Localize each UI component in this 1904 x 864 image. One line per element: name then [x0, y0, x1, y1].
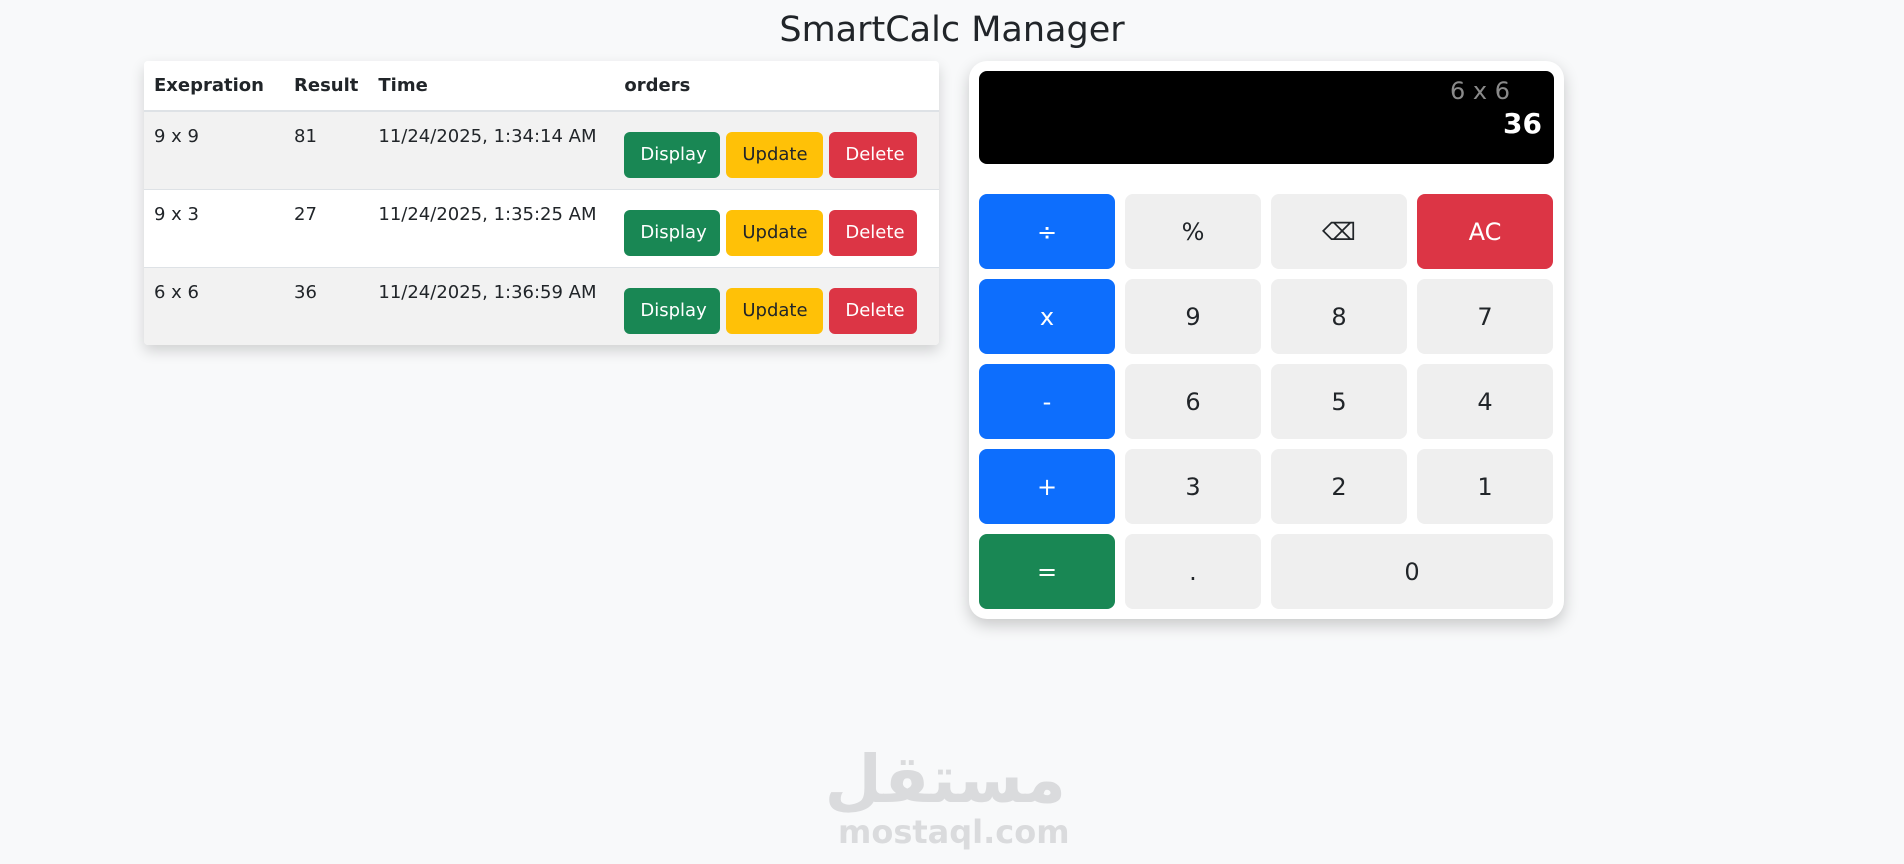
table-row: 9 x 9 81 11/24/2025, 1:34:14 AM Display … [144, 111, 939, 190]
time-text: 11/24/2025, 1:34:14 AM [378, 126, 597, 147]
header-time: Time [368, 61, 615, 112]
result-text: 36 [294, 282, 317, 303]
row-actions: Display Update Delete [624, 190, 929, 256]
screen-expression: 6 x 6 [1450, 77, 1510, 105]
header-orders: orders [614, 61, 939, 112]
time-text: 11/24/2025, 1:35:25 AM [378, 204, 597, 225]
digit-1-button[interactable]: 1 [1417, 449, 1553, 524]
update-button[interactable]: Update [726, 132, 824, 178]
cell-expression: 9 x 3 [144, 189, 284, 268]
delete-button[interactable]: Delete [829, 132, 918, 178]
history-table: Exepration Result Time orders 9 x 9 81 1… [144, 61, 939, 345]
digit-3-button[interactable]: 3 [1125, 449, 1261, 524]
calculator-keypad: ÷ % ⌫ AC x 9 8 7 - 6 5 4 + 3 2 1 = . 0 [979, 194, 1554, 609]
display-button[interactable]: Display [624, 210, 721, 256]
table-row: 6 x 6 36 11/24/2025, 1:36:59 AM Display … [144, 267, 939, 345]
update-button[interactable]: Update [726, 288, 824, 334]
calculator: 6 x 6 36 ÷ % ⌫ AC x 9 8 7 - 6 5 4 + 3 2 … [969, 61, 1564, 619]
table-row: 9 x 3 27 11/24/2025, 1:35:25 AM Display … [144, 189, 939, 268]
row-actions: Display Update Delete [624, 268, 929, 334]
cell-time: 11/24/2025, 1:36:59 AM [368, 267, 615, 345]
result-text: 81 [294, 126, 317, 147]
header-expression: Exepration [144, 61, 284, 112]
minus-button[interactable]: - [979, 364, 1115, 439]
cell-time: 11/24/2025, 1:34:14 AM [368, 111, 615, 190]
row-actions: Display Update Delete [624, 112, 929, 178]
display-button[interactable]: Display [624, 288, 721, 334]
equals-button[interactable]: = [979, 534, 1115, 609]
digit-7-button[interactable]: 7 [1417, 279, 1553, 354]
watermark-logo: مستقل mostaql.com [824, 741, 1070, 851]
header-result: Result [284, 61, 369, 112]
watermark-latin: mostaql.com [838, 813, 1070, 851]
delete-button[interactable]: Delete [829, 288, 918, 334]
time-text: 11/24/2025, 1:36:59 AM [378, 282, 597, 303]
expression-text: 9 x 3 [154, 204, 199, 225]
cell-result: 81 [284, 111, 369, 190]
history-table-card: Exepration Result Time orders 9 x 9 81 1… [144, 61, 939, 345]
cell-orders: Display Update Delete [614, 111, 939, 190]
update-button[interactable]: Update [726, 210, 824, 256]
table-header-row: Exepration Result Time orders [144, 61, 939, 112]
decimal-button[interactable]: . [1125, 534, 1261, 609]
expression-text: 6 x 6 [154, 282, 199, 303]
cell-result: 36 [284, 267, 369, 345]
divide-button[interactable]: ÷ [979, 194, 1115, 269]
digit-9-button[interactable]: 9 [1125, 279, 1261, 354]
digit-6-button[interactable]: 6 [1125, 364, 1261, 439]
cell-expression: 9 x 9 [144, 111, 284, 190]
calculator-screen: 6 x 6 36 [979, 71, 1554, 164]
delete-button[interactable]: Delete [829, 210, 918, 256]
page-title: SmartCalc Manager [779, 10, 1125, 50]
digit-2-button[interactable]: 2 [1271, 449, 1407, 524]
plus-button[interactable]: + [979, 449, 1115, 524]
digit-0-button[interactable]: 0 [1271, 534, 1553, 609]
percent-button[interactable]: % [1125, 194, 1261, 269]
digit-4-button[interactable]: 4 [1417, 364, 1553, 439]
display-button[interactable]: Display [624, 132, 721, 178]
result-text: 27 [294, 204, 317, 225]
cell-orders: Display Update Delete [614, 189, 939, 268]
expression-text: 9 x 9 [154, 126, 199, 147]
cell-time: 11/24/2025, 1:35:25 AM [368, 189, 615, 268]
multiply-button[interactable]: x [979, 279, 1115, 354]
cell-orders: Display Update Delete [614, 267, 939, 345]
backspace-button[interactable]: ⌫ [1271, 194, 1407, 269]
digit-5-button[interactable]: 5 [1271, 364, 1407, 439]
cell-result: 27 [284, 189, 369, 268]
clear-button[interactable]: AC [1417, 194, 1553, 269]
screen-result: 36 [1503, 107, 1542, 140]
cell-expression: 6 x 6 [144, 267, 284, 345]
digit-8-button[interactable]: 8 [1271, 279, 1407, 354]
watermark-arabic: مستقل [824, 741, 1066, 818]
